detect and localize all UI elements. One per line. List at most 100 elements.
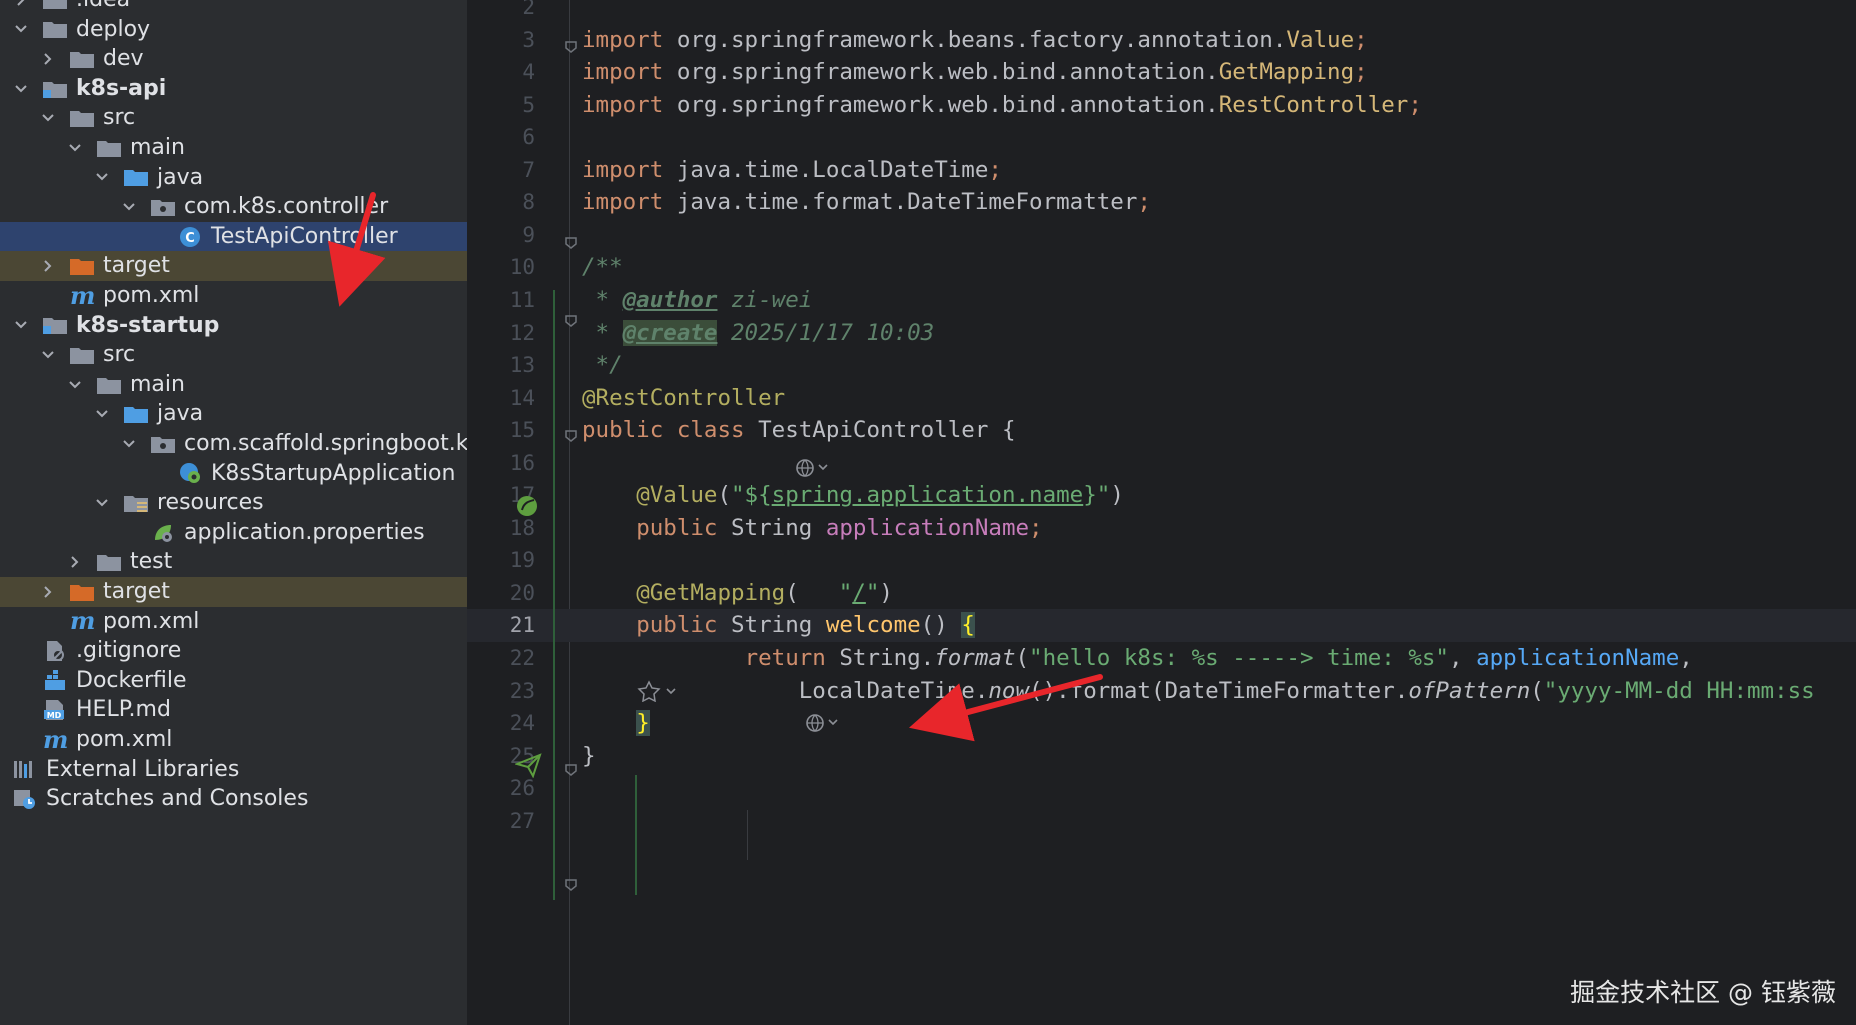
endpoint-globe-icon[interactable] — [795, 458, 831, 478]
tree-item-src[interactable]: src — [0, 103, 467, 133]
chevron-right-icon[interactable] — [37, 581, 59, 603]
code-line-24[interactable]: 24 } — [467, 707, 1856, 740]
chevron-down-icon[interactable] — [37, 344, 59, 366]
chevron-down-icon[interactable] — [118, 196, 140, 218]
code-line-16[interactable]: 16 — [467, 447, 1856, 480]
chevron-right-icon[interactable] — [37, 48, 59, 70]
tree-item--idea[interactable]: .idea — [0, 0, 467, 15]
tree-item-label: java — [157, 164, 204, 190]
tree-item-external-libraries[interactable]: External Libraries — [0, 755, 467, 785]
code-line-8[interactable]: 8 import java.time.format.DateTimeFormatt… — [467, 186, 1856, 219]
code-line-19[interactable]: 19 — [467, 544, 1856, 577]
code-line-5[interactable]: 5 import org.springframework.web.bind.ann… — [467, 89, 1856, 122]
code-line-10[interactable]: 10 /** — [467, 251, 1856, 284]
chevron-down-icon[interactable] — [91, 492, 113, 514]
chevron-right-icon[interactable] — [37, 255, 59, 277]
fold-marker-icon[interactable] — [564, 763, 578, 777]
chevron-down-icon[interactable] — [91, 166, 113, 188]
request-mapping-gutter-icon[interactable] — [515, 752, 543, 778]
docker-icon — [42, 669, 68, 692]
fold-marker-icon[interactable] — [564, 314, 578, 328]
tree-item-target[interactable]: target — [0, 251, 467, 281]
tree-item-src[interactable]: src — [0, 340, 467, 370]
code-line-26[interactable]: 26 — [467, 772, 1856, 805]
code-line-7[interactable]: 7 import java.time.LocalDateTime; — [467, 154, 1856, 187]
chevron-down-icon[interactable] — [64, 374, 86, 396]
fold-marker-icon[interactable] — [564, 429, 578, 443]
tree-item-resources[interactable]: resources — [0, 488, 467, 518]
code-line-3[interactable]: 3 import org.springframework.beans.factor… — [467, 24, 1856, 57]
spring-properties-icon — [150, 522, 176, 544]
fold-marker-icon[interactable] — [564, 40, 578, 54]
tree-item-scratches-and-consoles[interactable]: Scratches and Consoles — [0, 784, 467, 814]
code-vision-icon[interactable] — [637, 680, 679, 702]
code-line-27[interactable]: 27 — [467, 805, 1856, 838]
code-line-25[interactable]: 25} — [467, 740, 1856, 773]
spring-boot-app-icon — [177, 462, 203, 484]
markdown-icon: MD — [42, 699, 68, 721]
chevron-down-icon[interactable] — [91, 403, 113, 425]
tree-item-deploy[interactable]: deploy — [0, 15, 467, 45]
code-line-15[interactable]: 15 public class TestApiController { — [467, 414, 1856, 447]
tree-item-label: Dockerfile — [76, 667, 187, 693]
tree-item-com-scaffold-springboot-k8[interactable]: com.scaffold.springboot.k8 — [0, 429, 467, 459]
spring-bean-gutter-icon[interactable] — [515, 494, 541, 520]
code-line-22[interactable]: 22 return String.format("hello k8s: %s -… — [467, 642, 1856, 675]
tree-item-pom-xml[interactable]: m pom.xml — [0, 725, 467, 755]
code-line-21[interactable]: 21 public String welcome() { — [467, 609, 1856, 642]
chevron-down-icon[interactable] — [10, 18, 32, 40]
tree-item-com-k8s-controller[interactable]: com.k8s.controller — [0, 192, 467, 222]
endpoint-globe-icon[interactable] — [805, 713, 841, 733]
code-line-4[interactable]: 4 import org.springframework.web.bind.ann… — [467, 56, 1856, 89]
code-text: } — [582, 742, 596, 769]
code-line-13[interactable]: 13 */ — [467, 349, 1856, 382]
tree-item-dev[interactable]: dev — [0, 44, 467, 74]
code-line-14[interactable]: 14 @RestController — [467, 382, 1856, 415]
tree-item-testapicontroller[interactable]: C TestApiController — [0, 221, 467, 252]
tree-item-label: com.scaffold.springboot.k8 — [184, 431, 467, 456]
folder-icon — [96, 551, 122, 573]
tree-item-application-properties[interactable]: application.properties — [0, 518, 467, 548]
tree-item-main[interactable]: main — [0, 133, 467, 163]
tree-item-label: k8s-api — [76, 75, 167, 101]
tree-item-java[interactable]: java — [0, 163, 467, 193]
tree-item-k8s-startup[interactable]: k8s-startup — [0, 311, 467, 341]
line-number: 27 — [509, 808, 535, 833]
tree-item-main[interactable]: main — [0, 370, 467, 400]
code-line-18[interactable]: 18 public String applicationName; — [467, 512, 1856, 545]
tree-item--gitignore[interactable]: .gitignore — [0, 636, 467, 666]
code-line-20[interactable]: 20 @GetMapping("/") — [467, 577, 1856, 610]
tree-item-k8sstartupapplication[interactable]: K8sStartupApplication — [0, 459, 467, 489]
code-line-6[interactable]: 6 — [467, 121, 1856, 154]
project-tree[interactable]: .ideadeploy dev k8s-api src main java com.k8s.… — [0, 0, 467, 1025]
chevron-down-icon[interactable] — [37, 107, 59, 129]
gitignore-icon — [42, 640, 68, 662]
tree-item-k8s-api[interactable]: k8s-api — [0, 74, 467, 104]
fold-marker-icon[interactable] — [564, 878, 578, 892]
tree-item-help-md[interactable]: MD HELP.md — [0, 695, 467, 725]
chevron-down-icon[interactable] — [64, 137, 86, 159]
tree-item-label: target — [103, 253, 170, 279]
chevron-right-icon[interactable] — [10, 0, 32, 11]
tree-item-label: HELP.md — [76, 697, 171, 723]
code-line-11[interactable]: 11 * @author zi-wei — [467, 284, 1856, 317]
code-text: @RestController — [582, 384, 786, 411]
tree-item-dockerfile[interactable]: Dockerfile — [0, 666, 467, 696]
chevron-down-icon[interactable] — [10, 78, 32, 100]
chevron-down-icon[interactable] — [118, 433, 140, 455]
code-line-17[interactable]: 17 @Value("${spring.application.name}") — [467, 479, 1856, 512]
chevron-right-icon[interactable] — [64, 551, 86, 573]
tree-item-test[interactable]: test — [0, 547, 467, 577]
line-number: 12 — [509, 320, 535, 345]
tree-item-java[interactable]: java — [0, 399, 467, 429]
code-line-12[interactable]: 12 * @create 2025/1/17 10:03 — [467, 317, 1856, 350]
code-text: /** — [582, 254, 623, 281]
code-editor[interactable]: 2 3 import org.springframework.beans.facto… — [467, 0, 1856, 1025]
code-line-2[interactable]: 2 — [467, 0, 1856, 24]
code-line-9[interactable]: 9 — [467, 219, 1856, 252]
chevron-down-icon[interactable] — [10, 314, 32, 336]
tree-item-pom-xml[interactable]: m pom.xml — [0, 607, 467, 637]
tree-item-pom-xml[interactable]: m pom.xml — [0, 281, 467, 311]
fold-marker-icon[interactable] — [564, 236, 578, 250]
tree-item-target[interactable]: target — [0, 577, 467, 607]
